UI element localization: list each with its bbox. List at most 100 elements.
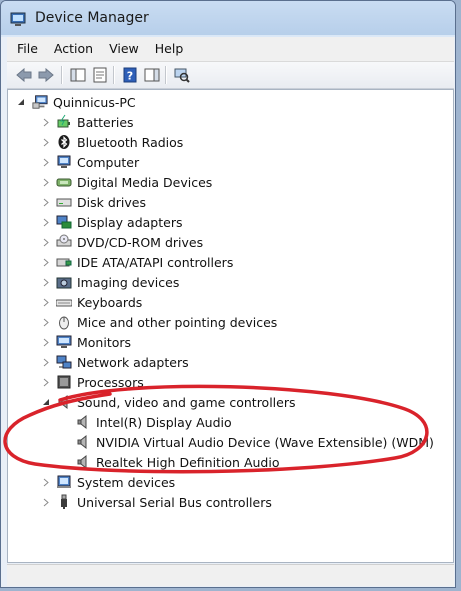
tree-category-batteries[interactable]: Batteries <box>56 112 134 132</box>
properties-button[interactable] <box>91 66 109 84</box>
tree-category-mice-and-other-pointing-devices[interactable]: Mice and other pointing devices <box>56 312 277 332</box>
tree-category-label: Keyboards <box>77 294 143 310</box>
category-expand-toggle[interactable] <box>42 297 50 307</box>
tree-category-label: Mice and other pointing devices <box>77 314 278 330</box>
monitor-icon <box>56 334 72 350</box>
dvd-drive-icon <box>56 234 72 250</box>
tree-category-processors[interactable]: Processors <box>56 372 144 392</box>
tree-device-realtek-high-definition-audio[interactable]: Realtek High Definition Audio <box>75 452 279 472</box>
tree-category-label: Processors <box>77 374 144 390</box>
tree-category-computer[interactable]: Computer <box>56 152 139 172</box>
tree-category-label: Monitors <box>77 334 132 350</box>
tree-category-bluetooth-radios[interactable]: Bluetooth Radios <box>56 132 183 152</box>
category-expand-toggle[interactable] <box>42 277 50 287</box>
tree-device-intel-r-display-audio[interactable]: Intel(R) Display Audio <box>75 412 232 432</box>
category-expand-toggle[interactable] <box>42 177 50 187</box>
category-expand-toggle[interactable] <box>42 257 50 267</box>
speaker-icon <box>75 414 91 430</box>
tree-root-node[interactable]: Quinnicus-PC <box>32 92 136 112</box>
computer-icon <box>56 154 72 170</box>
camera-icon <box>56 274 72 290</box>
tree-category-ide-ata-atapi-controllers[interactable]: IDE ATA/ATAPI controllers <box>56 252 233 272</box>
forward-button[interactable] <box>37 66 55 84</box>
scan-hardware-icon <box>174 68 190 83</box>
show-hide-action-pane-button[interactable] <box>143 66 161 84</box>
tree-device-label: NVIDIA Virtual Audio Device (Wave Extens… <box>96 434 434 450</box>
category-expand-toggle[interactable] <box>42 377 50 387</box>
tree-category-label: IDE ATA/ATAPI controllers <box>77 254 234 270</box>
tree-category-label: Display adapters <box>77 214 183 230</box>
back-button[interactable] <box>15 66 33 84</box>
category-expand-toggle[interactable] <box>42 477 50 487</box>
tree-category-digital-media-devices[interactable]: Digital Media Devices <box>56 172 212 192</box>
toolbar: ? <box>7 62 454 89</box>
title-bar[interactable]: Device Manager <box>1 1 455 35</box>
speaker-icon <box>75 454 91 470</box>
menu-help[interactable]: Help <box>147 38 192 60</box>
category-expand-toggle[interactable] <box>42 137 50 147</box>
battery-icon <box>56 114 72 130</box>
console-tree-icon <box>70 68 86 82</box>
tree-category-label: Disk drives <box>77 194 146 210</box>
menu-view[interactable]: View <box>101 38 147 60</box>
device-manager-app-icon[interactable] <box>10 11 26 31</box>
category-expand-toggle[interactable] <box>42 317 50 327</box>
show-hide-console-tree-button[interactable] <box>69 66 87 84</box>
tree-category-system-devices[interactable]: System devices <box>56 472 175 492</box>
root-collapse-toggle[interactable] <box>17 97 25 107</box>
display-adapter-icon <box>56 214 72 230</box>
tree-device-label: Intel(R) Display Audio <box>96 414 232 430</box>
network-adapter-icon <box>56 354 72 370</box>
category-expand-toggle[interactable] <box>42 237 50 247</box>
tree-category-label: Batteries <box>77 114 134 130</box>
category-expand-toggle[interactable] <box>42 117 50 127</box>
tree-category-label: Bluetooth Radios <box>77 134 184 150</box>
tree-category-label: Network adapters <box>77 354 189 370</box>
tree-category-label: Sound, video and game controllers <box>77 394 296 410</box>
media-device-icon <box>56 174 72 190</box>
tree-category-label: Universal Serial Bus controllers <box>77 494 272 510</box>
status-bar <box>7 564 454 586</box>
device-tree[interactable]: Quinnicus-PC Batteries Bluetooth Radios Co… <box>7 89 454 563</box>
toolbar-separator <box>61 66 63 84</box>
menu-action[interactable]: Action <box>46 38 101 60</box>
mouse-icon <box>56 314 72 330</box>
help-icon: ? <box>123 67 137 83</box>
tree-category-label: System devices <box>77 474 176 490</box>
tree-category-disk-drives[interactable]: Disk drives <box>56 192 146 212</box>
back-arrow-icon <box>16 68 32 82</box>
toolbar-separator <box>165 66 167 84</box>
category-collapse-toggle[interactable] <box>42 397 50 407</box>
tree-category-dvd-cd-rom-drives[interactable]: DVD/CD-ROM drives <box>56 232 203 252</box>
tree-category-network-adapters[interactable]: Network adapters <box>56 352 189 372</box>
disk-drive-icon <box>56 194 72 210</box>
tree-category-keyboards[interactable]: Keyboards <box>56 292 142 312</box>
tree-device-nvidia-virtual-audio-device-wave-extensible-wdm[interactable]: NVIDIA Virtual Audio Device (Wave Extens… <box>75 432 434 452</box>
help-button[interactable]: ? <box>121 66 139 84</box>
tree-category-display-adapters[interactable]: Display adapters <box>56 212 182 232</box>
processor-icon <box>56 374 72 390</box>
speaker-icon <box>56 394 72 410</box>
tree-category-monitors[interactable]: Monitors <box>56 332 131 352</box>
category-expand-toggle[interactable] <box>42 337 50 347</box>
action-pane-icon <box>144 68 160 82</box>
root-label: Quinnicus-PC <box>53 94 136 110</box>
scan-for-hardware-changes-button[interactable] <box>173 66 191 84</box>
tree-category-imaging-devices[interactable]: Imaging devices <box>56 272 179 292</box>
speaker-icon <box>75 434 91 450</box>
category-expand-toggle[interactable] <box>42 357 50 367</box>
tree-category-label: Digital Media Devices <box>77 174 213 190</box>
properties-icon <box>93 67 107 83</box>
ide-controller-icon <box>56 254 72 270</box>
tree-category-label: Imaging devices <box>77 274 180 290</box>
tree-category-universal-serial-bus-controllers[interactable]: Universal Serial Bus controllers <box>56 492 272 512</box>
category-expand-toggle[interactable] <box>42 217 50 227</box>
menu-file[interactable]: File <box>7 38 46 60</box>
svg-text:?: ? <box>127 70 133 83</box>
category-expand-toggle[interactable] <box>42 197 50 207</box>
tree-category-label: DVD/CD-ROM drives <box>77 234 204 250</box>
category-expand-toggle[interactable] <box>42 157 50 167</box>
category-expand-toggle[interactable] <box>42 497 50 507</box>
forward-arrow-icon <box>38 68 54 82</box>
tree-category-sound-video-and-game-controllers[interactable]: Sound, video and game controllers <box>56 392 296 412</box>
